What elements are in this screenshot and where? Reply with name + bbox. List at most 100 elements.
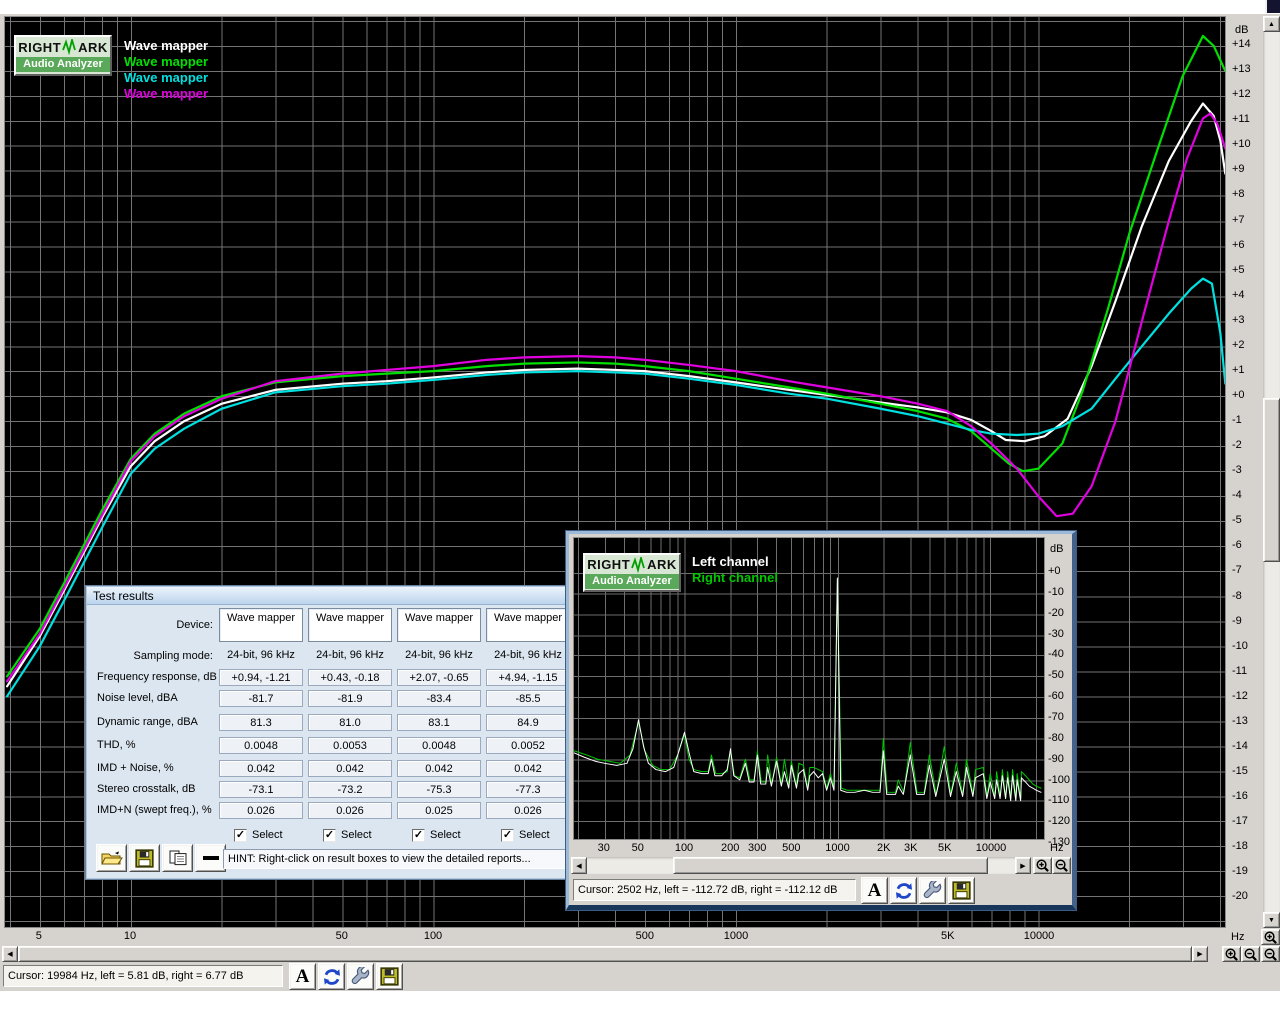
- select-checkbox-label: Select: [519, 829, 550, 841]
- x-tick-label: 50: [631, 842, 644, 854]
- refresh-button[interactable]: [890, 877, 917, 904]
- metric-value[interactable]: -81.9: [308, 690, 392, 707]
- wrench-icon: [351, 966, 371, 987]
- test-results-titlebar[interactable]: Test results: [87, 587, 574, 605]
- vertical-scrollbar[interactable]: ▲ ▼: [1263, 16, 1280, 928]
- metric-value[interactable]: -85.5: [486, 690, 570, 707]
- scroll-left-button[interactable]: ◀: [2, 946, 18, 962]
- hz-unit-label: Hz: [1050, 842, 1064, 854]
- hint-text: HINT: Right-click on result boxes to vie…: [223, 849, 567, 869]
- metric-value[interactable]: +0.43, -0.18: [308, 669, 392, 686]
- metric-value[interactable]: 81.0: [308, 714, 392, 731]
- metric-value[interactable]: 0.0053: [308, 737, 392, 754]
- metric-value[interactable]: 0.025: [397, 802, 481, 819]
- legend-entry: Wave mapper: [124, 54, 209, 69]
- metric-value[interactable]: 0.042: [219, 760, 303, 777]
- metric-value[interactable]: 0.0048: [397, 737, 481, 754]
- metric-value[interactable]: -73.2: [308, 781, 392, 798]
- metric-value[interactable]: -83.4: [397, 690, 481, 707]
- metric-value[interactable]: -77.3: [486, 781, 570, 798]
- spectrum-legend: Left channel Right channel: [692, 554, 778, 586]
- copy-report-button[interactable]: [162, 844, 193, 872]
- horizontal-zoom-in-button[interactable]: [1222, 946, 1241, 962]
- y-tick-label: +1: [1232, 363, 1245, 376]
- metric-value[interactable]: 0.026: [219, 802, 303, 819]
- metric-value[interactable]: -73.1: [219, 781, 303, 798]
- metric-value[interactable]: 0.0052: [486, 737, 570, 754]
- horizontal-scrollbar-thumb[interactable]: [18, 946, 1192, 962]
- metric-label: Noise level, dBA: [97, 692, 178, 704]
- device-input[interactable]: Wave mapper: [486, 608, 570, 642]
- metric-value[interactable]: 0.026: [308, 802, 392, 819]
- metric-label: THD, %: [97, 739, 136, 751]
- vertical-zoom-out-button[interactable]: [1261, 946, 1280, 962]
- series-left-channel: [574, 577, 1042, 802]
- select-checkbox[interactable]: ✓: [412, 829, 425, 842]
- metric-value[interactable]: -75.3: [397, 781, 481, 798]
- vertical-zoom-in-button[interactable]: [1261, 929, 1280, 945]
- scroll-right-button[interactable]: ▶: [1192, 946, 1208, 962]
- cursor-readout: Cursor: 19984 Hz, left = 5.81 dB, right …: [3, 965, 283, 987]
- scroll-up-button[interactable]: ▲: [1263, 16, 1280, 32]
- y-tick-label: -15: [1232, 765, 1248, 778]
- metric-value[interactable]: 81.3: [219, 714, 303, 731]
- y-tick-label: -18: [1232, 840, 1248, 853]
- device-input[interactable]: Wave mapper: [308, 608, 392, 642]
- horizontal-zoom-out-button[interactable]: [1241, 946, 1260, 962]
- metric-value[interactable]: 0.042: [397, 760, 481, 777]
- font-button[interactable]: A: [289, 963, 316, 990]
- metric-value[interactable]: +0.94, -1.21: [219, 669, 303, 686]
- vertical-scrollbar-thumb[interactable]: [1263, 398, 1280, 562]
- arrow-up-icon: ▲: [1268, 20, 1275, 28]
- settings-button[interactable]: [347, 963, 374, 990]
- scroll-right-button[interactable]: ▶: [1015, 857, 1031, 874]
- x-tick-label: 500: [635, 930, 654, 942]
- metric-value[interactable]: -81.7: [219, 690, 303, 707]
- y-tick-label: -70: [1048, 710, 1064, 723]
- logo-text-left: RIGHT: [587, 557, 631, 572]
- metric-value[interactable]: +2.07, -0.65: [397, 669, 481, 686]
- refresh-button[interactable]: [318, 963, 345, 990]
- horizontal-zoom-out-button[interactable]: [1052, 857, 1071, 874]
- metric-value[interactable]: 0.0048: [219, 737, 303, 754]
- x-tick-label: 10000: [975, 842, 1007, 854]
- metric-label: Frequency response, dB: [97, 671, 217, 683]
- device-input[interactable]: Wave mapper: [397, 608, 481, 642]
- select-checkbox[interactable]: ✓: [234, 829, 247, 842]
- horizontal-scrollbar-thumb[interactable]: [673, 857, 988, 874]
- metric-value[interactable]: 0.042: [486, 760, 570, 777]
- save-button[interactable]: [376, 963, 403, 990]
- scroll-down-button[interactable]: ▼: [1263, 912, 1280, 928]
- y-tick-label: +0: [1048, 565, 1061, 577]
- db-unit-label: dB: [1050, 543, 1064, 555]
- y-tick-label: -6: [1232, 539, 1242, 552]
- waveform-icon: [62, 39, 77, 55]
- horizontal-scrollbar[interactable]: ◀ ▶: [2, 946, 1208, 962]
- metric-value[interactable]: 0.026: [486, 802, 570, 819]
- select-checkbox[interactable]: ✓: [501, 829, 514, 842]
- settings-button[interactable]: [919, 877, 946, 904]
- y-tick-label: -16: [1232, 790, 1248, 803]
- metric-value[interactable]: +4.94, -1.15: [486, 669, 570, 686]
- scroll-left-button[interactable]: ◀: [571, 857, 587, 874]
- metric-value[interactable]: 0.042: [308, 760, 392, 777]
- open-results-button[interactable]: [96, 844, 127, 872]
- save-button[interactable]: [948, 877, 975, 904]
- device-row-label: Device:: [176, 619, 213, 631]
- arrow-left-icon: ◀: [7, 951, 13, 958]
- wrench-icon: [923, 880, 943, 901]
- remove-column-button[interactable]: [195, 844, 226, 872]
- y-tick-label: +6: [1232, 238, 1245, 251]
- metric-value[interactable]: 83.1: [397, 714, 481, 731]
- select-checkbox-label: Select: [430, 829, 461, 841]
- y-tick-label: -90: [1048, 752, 1064, 765]
- save-results-button[interactable]: [129, 844, 160, 872]
- metric-value[interactable]: 84.9: [486, 714, 570, 731]
- logo-subtitle: Audio Analyzer: [16, 57, 110, 72]
- select-checkbox[interactable]: ✓: [323, 829, 336, 842]
- horizontal-scrollbar[interactable]: ◀ ▶: [571, 857, 1031, 874]
- y-tick-label: -100: [1048, 773, 1071, 786]
- horizontal-zoom-in-button[interactable]: [1033, 857, 1052, 874]
- font-button[interactable]: A: [861, 877, 888, 904]
- device-input[interactable]: Wave mapper: [219, 608, 303, 642]
